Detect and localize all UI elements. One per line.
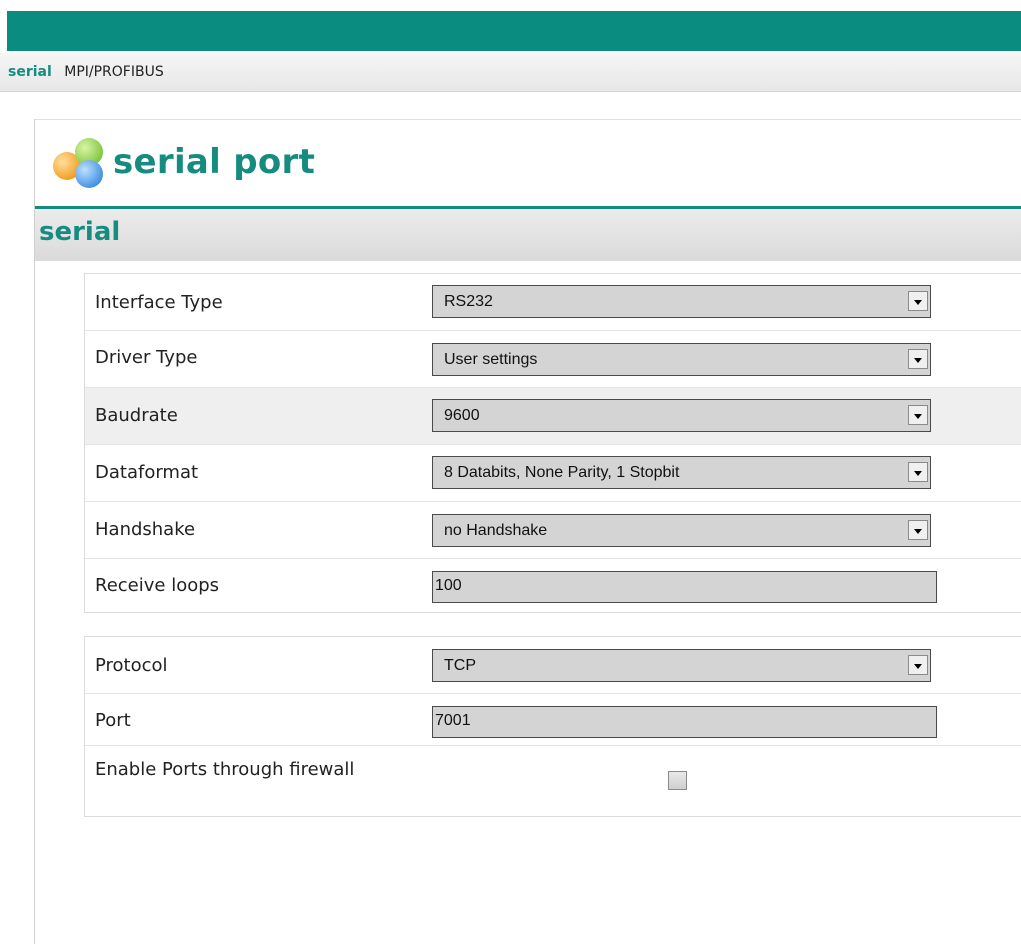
chevron-down-icon[interactable]: [908, 349, 928, 369]
receive-loops-input[interactable]: 100: [432, 571, 937, 603]
protocol-value: TCP: [444, 657, 476, 674]
handshake-value: no Handshake: [444, 522, 548, 539]
baudrate-label: Baudrate: [95, 405, 178, 426]
settings-row-port: Port 7001: [85, 694, 1021, 746]
settings-row-firewall: Enable Ports through firewall: [85, 746, 1021, 816]
interface-type-label: Interface Type: [95, 292, 223, 313]
protocol-select[interactable]: TCP: [432, 649, 931, 682]
tab-serial[interactable]: serial: [8, 53, 52, 91]
top-banner: [7, 11, 1021, 51]
settings-row-handshake: Handshake no Handshake: [85, 502, 1021, 559]
dataformat-label: Dataformat: [95, 462, 199, 483]
page-header: serial port: [49, 132, 315, 192]
dataformat-select[interactable]: 8 Databits, None Parity, 1 Stopbit: [432, 456, 931, 489]
receive-loops-label: Receive loops: [95, 575, 220, 596]
settings-row-baudrate: Baudrate 9600: [85, 388, 1021, 445]
serial-settings-table: Interface Type RS232 Driver Type User se…: [84, 273, 1021, 613]
port-input[interactable]: 7001: [432, 706, 937, 738]
tab-mpi-profibus[interactable]: MPI/PROFIBUS: [64, 53, 163, 91]
section-title: serial: [39, 217, 121, 247]
driver-type-label: Driver Type: [95, 347, 198, 368]
chevron-down-icon[interactable]: [908, 291, 928, 311]
page-title: serial port: [113, 142, 316, 182]
settings-row-protocol: Protocol TCP: [85, 637, 1021, 694]
interface-type-value: RS232: [444, 293, 493, 310]
chevron-down-icon[interactable]: [908, 462, 928, 482]
settings-row-interface-type: Interface Type RS232: [85, 274, 1021, 331]
chevron-down-icon[interactable]: [908, 520, 928, 540]
colored-bubbles-logo-icon: [49, 132, 109, 192]
driver-type-select[interactable]: User settings: [432, 343, 931, 376]
settings-row-driver-type: Driver Type User settings: [85, 331, 1021, 388]
chevron-down-icon[interactable]: [908, 655, 928, 675]
handshake-label: Handshake: [95, 519, 196, 540]
dataformat-value: 8 Databits, None Parity, 1 Stopbit: [444, 464, 680, 481]
enable-firewall-label: Enable Ports through firewall: [95, 759, 355, 780]
baudrate-value: 9600: [444, 407, 480, 424]
baudrate-select[interactable]: 9600: [432, 399, 931, 432]
driver-type-value: User settings: [444, 351, 538, 368]
handshake-select[interactable]: no Handshake: [432, 514, 931, 547]
protocol-label: Protocol: [95, 655, 168, 676]
network-settings-table: Protocol TCP Port 7001 Enable Ports thro…: [84, 636, 1021, 817]
chevron-down-icon[interactable]: [908, 405, 928, 425]
settings-row-dataformat: Dataformat 8 Databits, None Parity, 1 St…: [85, 445, 1021, 502]
section-header: serial: [35, 209, 1021, 261]
interface-type-select[interactable]: RS232: [432, 285, 931, 318]
port-label: Port: [95, 710, 131, 731]
content-panel: serial port serial Interface Type RS232 …: [34, 119, 1021, 944]
enable-firewall-checkbox[interactable]: [668, 771, 687, 790]
sub-navigation: serial MPI/PROFIBUS: [0, 53, 1021, 92]
settings-row-receive-loops: Receive loops 100: [85, 559, 1021, 612]
